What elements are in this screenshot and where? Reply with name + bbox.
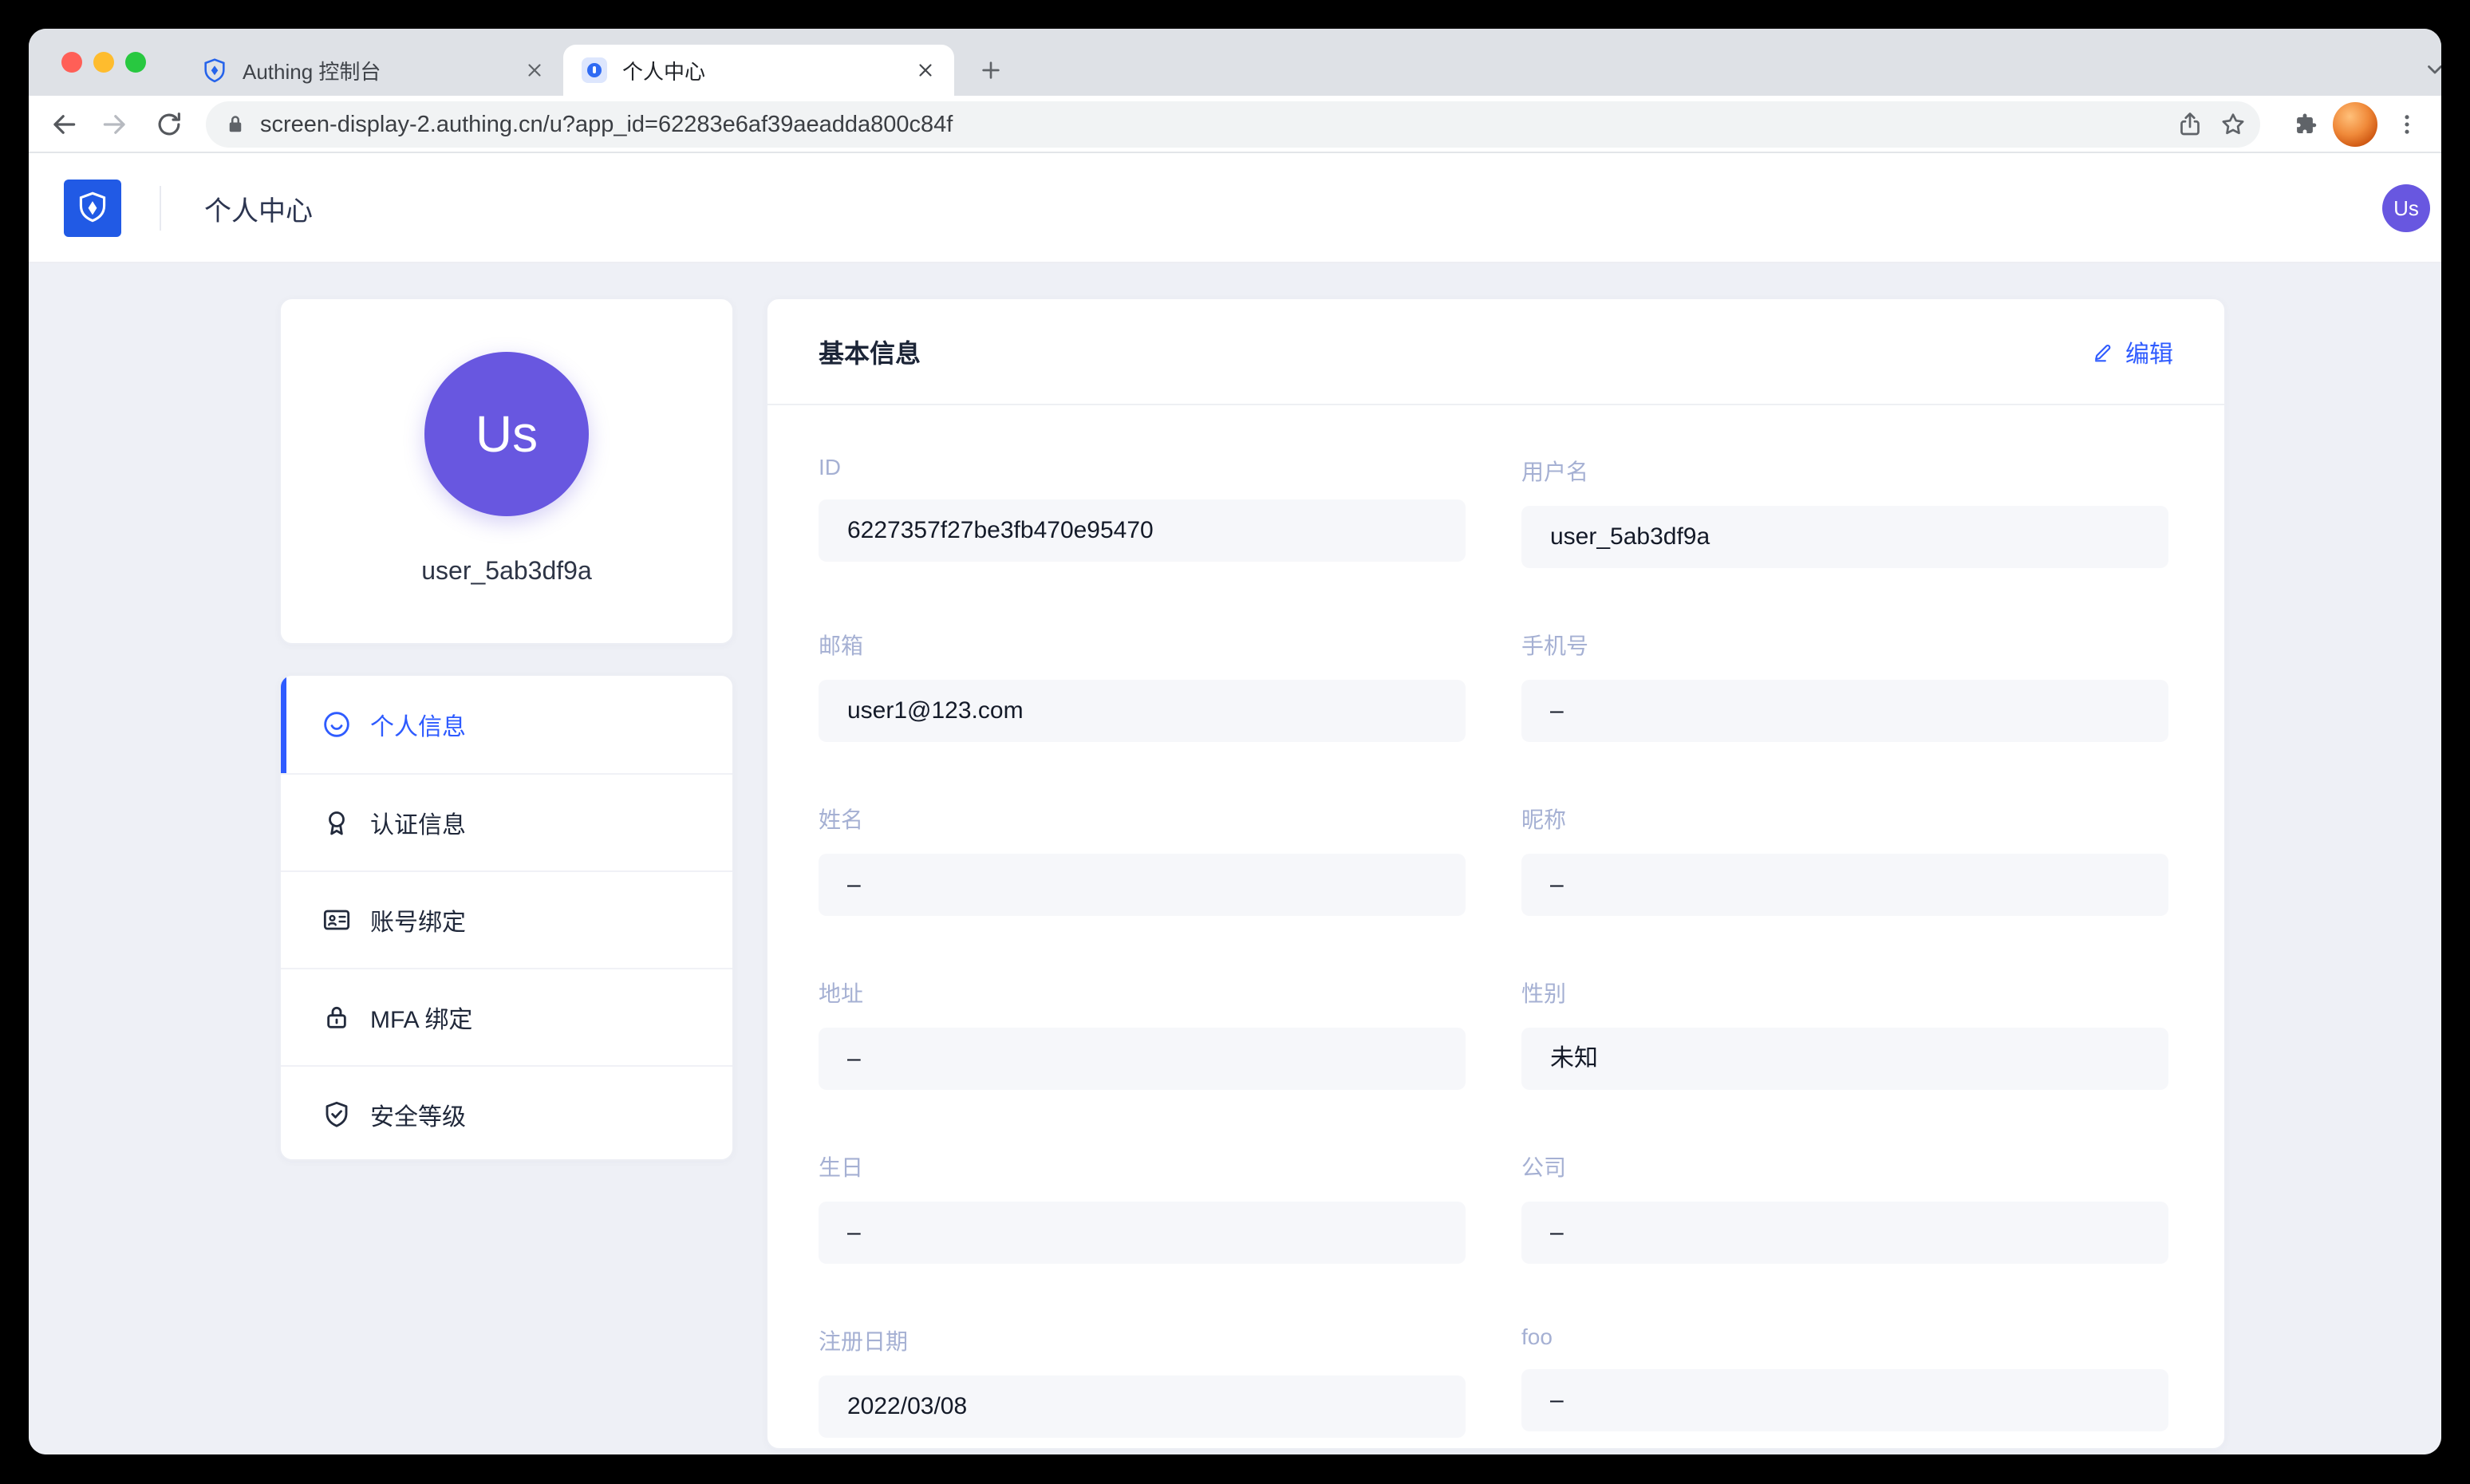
sidebar-menu: 个人信息 认证信息 账号绑定 MFA 绑定 安全等级 [279, 674, 734, 1161]
user-avatar-small[interactable]: Us [2382, 184, 2430, 232]
field-company: 公司 – [1521, 1150, 2168, 1264]
new-tab-plus-icon[interactable] [975, 54, 1007, 86]
sidebar-item-label: MFA 绑定 [370, 1007, 473, 1033]
sidebar-item-auth-info[interactable]: 认证信息 [281, 773, 732, 870]
field-label: foo [1521, 1324, 1553, 1349]
window-zoom-button[interactable] [125, 52, 146, 73]
field-label: 昵称 [1521, 807, 1567, 832]
authing-shield-icon [201, 57, 228, 84]
field-label: 公司 [1521, 1155, 1567, 1180]
field-label: ID [819, 455, 841, 480]
tab-close-icon[interactable] [911, 56, 940, 85]
username-text: user_5ab3df9a [421, 556, 592, 585]
field-value: – [1521, 680, 2168, 742]
field-value: – [1521, 1202, 2168, 1264]
page-content: Us user_5ab3df9a 个人信息 认证信息 账号绑定 MFA 绑定 安… [29, 263, 2441, 1454]
field-label: 生日 [819, 1155, 864, 1180]
field-value: user1@123.com [819, 680, 1466, 742]
menu-dots-icon[interactable] [2391, 102, 2423, 147]
field-value: – [819, 1202, 1466, 1264]
field-value: – [1521, 854, 2168, 916]
browser-toolbar: screen-display-2.authing.cn/u?app_id=622… [29, 96, 2441, 153]
field-label: 用户名 [1521, 460, 1589, 484]
field-value: – [819, 854, 1466, 916]
window-minimize-button[interactable] [93, 52, 114, 73]
field-value: 2022/03/08 [819, 1375, 1466, 1438]
field-label: 手机号 [1521, 633, 1589, 658]
app-header: 个人中心 Us [29, 153, 2441, 263]
sidebar-item-label: 安全等级 [370, 1104, 466, 1131]
field-value: 6227357f27be3fb470e95470 [819, 499, 1466, 562]
panel-body: ID 6227357f27be3fb470e95470 用户名 user_5ab… [767, 405, 2224, 1438]
field-email: 邮箱 user1@123.com [819, 629, 1466, 742]
forward-icon[interactable] [97, 107, 132, 142]
field-name: 姓名 – [819, 803, 1466, 916]
page-title: 个人中心 [204, 195, 313, 227]
field-foo: foo – [1521, 1324, 2168, 1438]
tab-authing-console[interactable]: Authing 控制台 [183, 45, 563, 96]
pencil-icon [2094, 344, 2111, 361]
panel-title: 基本信息 [819, 338, 921, 368]
field-register-date: 注册日期 2022/03/08 [819, 1324, 1466, 1438]
user-avatar-large: Us [424, 352, 589, 516]
field-birthday: 生日 – [819, 1150, 1466, 1264]
window-close-button[interactable] [61, 52, 82, 73]
browser-window: Authing 控制台 个人中心 screen-display-2.authin… [29, 29, 2441, 1454]
lock-icon [223, 112, 247, 136]
shield-check-icon [326, 1101, 348, 1127]
field-value: user_5ab3df9a [1521, 506, 2168, 568]
back-icon[interactable] [46, 107, 81, 142]
sidebar-item-account-binding[interactable]: 账号绑定 [281, 870, 732, 968]
tabstrip-chevron-icon[interactable] [2419, 53, 2441, 85]
field-label: 邮箱 [819, 633, 864, 658]
tab-personal-center[interactable]: 个人中心 [563, 45, 954, 96]
tab-strip: Authing 控制台 个人中心 [29, 29, 2441, 96]
bookmark-star-icon[interactable] [2217, 109, 2249, 140]
share-icon[interactable] [2174, 109, 2206, 140]
basic-info-panel: 基本信息 编辑 ID 6227357f27be3fb470e95470 用户名 … [766, 298, 2226, 1450]
profile-card: Us user_5ab3df9a [279, 298, 734, 645]
sidebar-item-label: 账号绑定 [370, 910, 466, 936]
header-divider [160, 186, 161, 231]
url-bar[interactable]: screen-display-2.authing.cn/u?app_id=622… [206, 101, 2260, 148]
browser-profile-avatar[interactable] [2333, 102, 2377, 147]
tab-label: 个人中心 [622, 59, 706, 84]
tab-label: Authing 控制台 [243, 59, 381, 84]
sidebar-item-personal-info[interactable]: 个人信息 [281, 676, 732, 773]
sidebar-item-mfa-binding[interactable]: MFA 绑定 [281, 968, 732, 1065]
field-label: 地址 [819, 981, 864, 1006]
medal-icon [329, 811, 345, 835]
tab-close-icon[interactable] [520, 56, 549, 85]
sidebar-item-security-level[interactable]: 安全等级 [281, 1065, 732, 1159]
edit-label: 编辑 [2125, 341, 2173, 368]
field-username: 用户名 user_5ab3df9a [1521, 455, 2168, 568]
extensions-puzzle-icon[interactable] [2289, 102, 2321, 147]
panel-header: 基本信息 编辑 [767, 299, 2224, 405]
lock-icon [327, 1006, 346, 1028]
field-gender: 性别 未知 [1521, 977, 2168, 1090]
reload-icon[interactable] [152, 107, 187, 142]
field-phone: 手机号 – [1521, 629, 2168, 742]
smile-icon [324, 712, 349, 737]
field-value: 未知 [1521, 1028, 2168, 1090]
field-address: 地址 – [819, 977, 1466, 1090]
field-label: 性别 [1521, 981, 1567, 1006]
url-text: screen-display-2.authing.cn/u?app_id=622… [260, 111, 953, 137]
id-card-icon [323, 910, 350, 930]
edit-button[interactable]: 编辑 [2092, 334, 2173, 369]
field-value: – [819, 1028, 1466, 1090]
field-nickname: 昵称 – [1521, 803, 2168, 916]
field-label: 注册日期 [819, 1329, 909, 1354]
sidebar-item-label: 认证信息 [370, 812, 466, 839]
sidebar-item-label: 个人信息 [370, 714, 466, 740]
user-center-icon [581, 57, 608, 84]
field-label: 姓名 [819, 807, 864, 832]
authing-logo [64, 180, 121, 237]
field-id: ID 6227357f27be3fb470e95470 [819, 455, 1466, 568]
field-value: – [1521, 1369, 2168, 1431]
